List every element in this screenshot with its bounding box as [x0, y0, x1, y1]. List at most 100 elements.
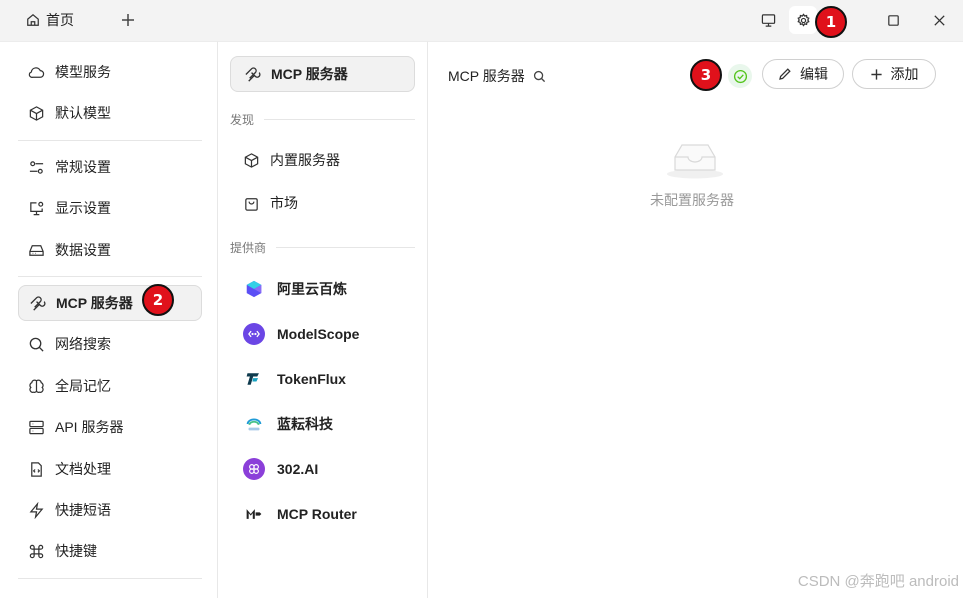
sidebar-item-label: API 服务器	[55, 419, 124, 435]
marketplace-item[interactable]: 市场	[230, 185, 415, 221]
command-icon	[29, 544, 44, 558]
mcp-router-logo-icon	[243, 503, 265, 525]
content-header: MCP 服务器	[448, 66, 546, 86]
sidebar-item-label: 快捷键	[55, 543, 97, 559]
empty-state-text: 未配置服务器	[650, 192, 734, 208]
settings-button[interactable]	[789, 6, 817, 34]
close-icon	[933, 14, 945, 26]
watermark: CSDN @奔跑吧 android	[797, 573, 959, 590]
mcp-icon	[30, 295, 46, 311]
sidebar-item-display-settings[interactable]: 显示设置	[18, 190, 202, 226]
sidebar-item-api-server[interactable]: API 服务器	[18, 409, 202, 445]
302ai-logo-icon	[243, 458, 265, 480]
sidebar-item-label: 默认模型	[55, 105, 111, 121]
monitor-settings-icon	[30, 201, 44, 215]
sidebar-item-data-settings[interactable]: 数据设置	[18, 232, 202, 268]
provider-302ai[interactable]: 302.AI	[243, 454, 318, 484]
brain-icon	[29, 379, 44, 393]
sidebar-item-label: 文档处理	[55, 461, 111, 477]
sidebar-item-quick-phrases[interactable]: 快捷短语	[18, 492, 202, 528]
tab-home[interactable]: 首页	[14, 6, 86, 34]
sidebar-item-mcp-servers[interactable]: MCP 服务器	[18, 285, 202, 321]
provider-label: 蓝耘科技	[277, 416, 333, 432]
edit-button-label: 编辑	[800, 66, 828, 82]
display-button[interactable]	[754, 6, 782, 34]
provider-label: TokenFlux	[277, 371, 346, 387]
home-icon	[27, 13, 39, 26]
provider-label: 302.AI	[277, 461, 319, 477]
gear-icon	[796, 12, 810, 27]
pencil-icon	[779, 68, 791, 80]
provider-bailian[interactable]: 阿里云百炼	[243, 274, 347, 304]
sidebar-item-model-service[interactable]: 模型服务	[18, 54, 202, 90]
status-indicator	[728, 64, 752, 88]
sidebar-item-global-memory[interactable]: 全局记忆	[18, 368, 202, 404]
annotation-badge-3: 3	[690, 59, 722, 91]
tab-home-label: 首页	[46, 12, 74, 28]
tokenflux-logo-icon	[243, 368, 265, 390]
mcp-servers-nav-item[interactable]: MCP 服务器	[230, 56, 415, 92]
plus-icon	[122, 14, 134, 26]
modelscope-logo-icon	[243, 323, 265, 345]
mcp-navigation-panel: MCP 服务器 发现 内置服务器 市场 提供商 阿里云百炼 ModelScope…	[218, 41, 428, 598]
marketplace-label: 市场	[270, 195, 298, 211]
new-tab-button[interactable]	[117, 9, 139, 31]
cube-icon	[29, 105, 44, 121]
zap-icon	[29, 501, 44, 519]
server-icon	[29, 420, 44, 434]
provider-label: 阿里云百炼	[277, 281, 347, 297]
add-button[interactable]: 添加	[852, 59, 936, 89]
sidebar-divider	[18, 140, 202, 141]
sidebar-item-label: 网络搜索	[55, 336, 111, 352]
add-button-label: 添加	[890, 66, 919, 82]
cloud-icon	[28, 66, 45, 78]
builtin-servers-item[interactable]: 内置服务器	[230, 142, 415, 178]
builtin-servers-label: 内置服务器	[270, 152, 340, 168]
page-title: MCP 服务器	[448, 68, 525, 84]
discover-section-label: 发现	[230, 111, 415, 128]
monitor-icon	[761, 13, 775, 27]
hard-drive-icon	[29, 244, 44, 256]
sidebar-item-label: MCP 服务器	[56, 295, 133, 311]
check-circle-icon	[733, 69, 747, 83]
shopping-bag-icon	[245, 197, 258, 211]
sidebar-item-default-model[interactable]: 默认模型	[18, 95, 202, 131]
mcp-servers-content: MCP 服务器 编辑 添加 未配置服务器	[428, 41, 963, 598]
provider-label: MCP Router	[277, 506, 357, 522]
empty-inbox-icon	[667, 144, 723, 179]
search-icon	[29, 337, 44, 352]
search-icon[interactable]	[533, 70, 546, 83]
edit-button[interactable]: 编辑	[762, 59, 844, 89]
sidebar-divider	[18, 276, 202, 277]
sidebar-item-shortcuts[interactable]: 快捷键	[18, 533, 202, 569]
sidebar-item-general-settings[interactable]: 常规设置	[18, 149, 202, 185]
bailian-logo-icon	[243, 278, 265, 300]
sidebar-divider	[18, 578, 202, 579]
sidebar-item-label: 快捷短语	[55, 502, 111, 518]
maximize-icon	[887, 14, 899, 26]
close-button[interactable]	[925, 6, 953, 34]
plus-icon	[870, 68, 882, 80]
sidebar-item-label: 模型服务	[55, 64, 111, 80]
lanyun-logo-icon	[243, 413, 265, 435]
maximize-button[interactable]	[879, 6, 907, 34]
sidebar-item-document-processing[interactable]: 文档处理	[18, 451, 202, 487]
file-code-icon	[31, 461, 42, 477]
providers-section-label: 提供商	[230, 239, 415, 256]
provider-tokenflux[interactable]: TokenFlux	[243, 364, 346, 394]
sidebar-item-web-search[interactable]: 网络搜索	[18, 326, 202, 362]
sidebar-item-label: 显示设置	[55, 200, 111, 216]
settings-sidebar: 模型服务 默认模型 常规设置 显示设置 数据设置 MCP 服务器 网络搜索 全局…	[0, 41, 218, 598]
sidebar-item-label: 数据设置	[55, 242, 111, 258]
provider-modelscope[interactable]: ModelScope	[243, 319, 359, 349]
annotation-badge-2: 2	[142, 284, 174, 316]
sidebar-item-label: 常规设置	[55, 159, 111, 175]
annotation-badge-1: 1	[815, 6, 847, 38]
provider-mcp-router[interactable]: MCP Router	[243, 499, 357, 529]
provider-lanyun[interactable]: 蓝耘科技	[243, 409, 333, 439]
mcp-icon	[245, 66, 261, 82]
sliders-icon	[29, 160, 44, 174]
mcp-servers-nav-label: MCP 服务器	[271, 66, 348, 82]
provider-label: ModelScope	[277, 326, 360, 342]
sidebar-item-label: 全局记忆	[55, 378, 111, 394]
